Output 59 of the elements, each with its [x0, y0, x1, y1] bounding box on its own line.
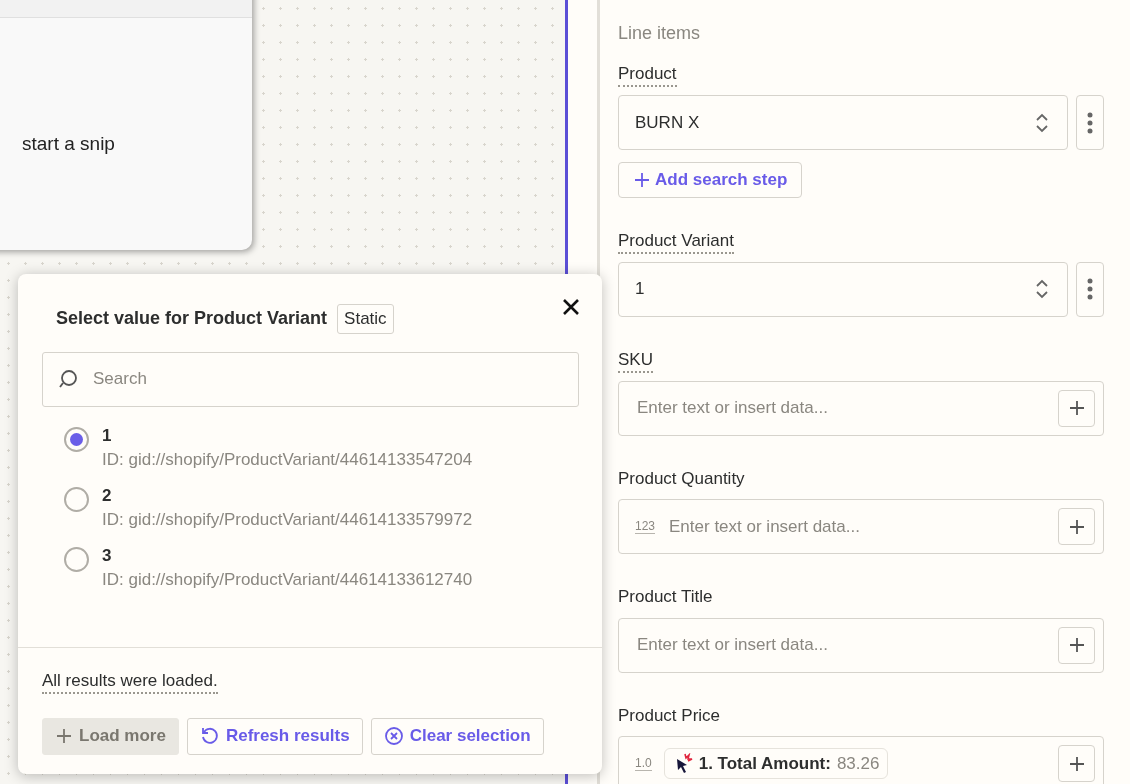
radio-button[interactable]: [64, 426, 89, 452]
insert-data-button[interactable]: [1058, 745, 1095, 782]
search-input[interactable]: Search: [91, 365, 564, 393]
field-label: Product Price: [618, 704, 721, 727]
radio-button[interactable]: [64, 546, 89, 572]
refresh-icon: [199, 726, 220, 746]
more-options-button[interactable]: [1076, 261, 1104, 317]
type-badge: 123: [635, 519, 656, 534]
plus-icon: [55, 727, 73, 745]
option-id: ID: gid://shopify/ProductVariant/44614133547204: [102, 448, 473, 471]
field-label: Product Quantity: [618, 467, 745, 490]
plus-icon: [1067, 636, 1086, 654]
select-value: 1: [635, 278, 646, 301]
chevron-icon: [1035, 111, 1049, 134]
option-label[interactable]: 2: [102, 484, 473, 507]
data-token[interactable]: 1. Total Amount: 83.26: [663, 747, 889, 780]
card-text: start a snip: [22, 132, 115, 156]
plus-icon: [1067, 754, 1086, 773]
insert-data-button[interactable]: [1058, 508, 1095, 545]
plus-icon: [1067, 399, 1086, 417]
type-badge: 1.0: [635, 756, 652, 771]
clear-icon: [383, 726, 404, 746]
insert-data-button[interactable]: [1058, 389, 1095, 427]
field-label: Product Title: [618, 586, 713, 608]
text-field[interactable]: Enter text or insert data...: [618, 617, 1104, 673]
text-input[interactable]: Enter text or insert data...: [635, 631, 1046, 659]
option-id: ID: gid://shopify/ProductVariant/44614133612740: [102, 568, 473, 591]
static-badge: Static: [337, 304, 394, 334]
field-label: Product: [618, 63, 677, 87]
search-icon: [57, 368, 79, 390]
status-text: All results were loaded.: [42, 669, 218, 694]
select-value: BURN X: [635, 111, 701, 134]
clear-selection-button[interactable]: Clear selection: [370, 717, 544, 755]
refresh-results-button[interactable]: Refresh results: [186, 717, 363, 755]
option-id: ID: gid://shopify/ProductVariant/44614133579972: [102, 508, 473, 531]
section-title: Line items: [618, 22, 702, 45]
insert-data-button[interactable]: [1058, 626, 1095, 664]
option-label[interactable]: 3: [102, 544, 473, 567]
field-label: SKU: [618, 348, 653, 373]
popup-title: Select value for Product Variant: [56, 307, 328, 331]
plus-icon: [633, 170, 651, 189]
text-input[interactable]: Enter text or insert data...: [635, 394, 1046, 422]
more-options-button[interactable]: [1076, 95, 1104, 150]
close-button[interactable]: [562, 297, 580, 316]
search-field[interactable]: Search: [42, 351, 579, 407]
text-field[interactable]: 123 Enter text or insert data...: [618, 499, 1104, 554]
select-field[interactable]: BURN X: [618, 95, 1068, 150]
kebab-icon: [1087, 110, 1093, 135]
kebab-icon: [1087, 277, 1093, 301]
option-label[interactable]: 1: [102, 424, 473, 447]
field-label: Product Variant: [618, 229, 734, 254]
text-input[interactable]: Enter text or insert data...: [667, 512, 1046, 541]
select-field[interactable]: 1: [618, 261, 1068, 317]
plus-icon: [1067, 517, 1086, 536]
radio-button[interactable]: [64, 486, 89, 512]
add-search-step-button[interactable]: Add search step: [618, 162, 803, 198]
text-field[interactable]: 1.0 1. Total Amount: 83.26: [618, 736, 1104, 784]
chevron-icon: [1035, 278, 1049, 300]
text-field[interactable]: Enter text or insert data...: [618, 380, 1104, 436]
